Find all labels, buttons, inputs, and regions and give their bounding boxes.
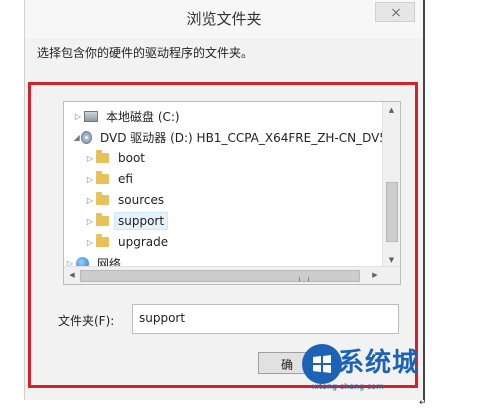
tree-item-label: DVD 驱动器 (D:) HB1_CCPA_X64FRE_ZH-CN_DV5: [99, 130, 387, 145]
watermark-logo: 系统城 xitong cheng com: [302, 340, 452, 400]
cursor-icon: ↵: [419, 398, 427, 408]
folder-tree[interactable]: ▷ 本地磁盘 (C:) ◢ DVD 驱动器 (D:) HB1_CCPA_X64F…: [63, 101, 401, 285]
folder-input[interactable]: support: [132, 304, 399, 334]
tree-item-local-disk[interactable]: ▷ 本地磁盘 (C:): [64, 106, 390, 126]
horizontal-scrollbar[interactable]: ◀ ▶: [64, 266, 400, 284]
tree-item-label: support: [113, 212, 169, 230]
expand-arrow-icon[interactable]: ▷: [84, 238, 96, 247]
drive-icon: [84, 110, 98, 122]
scroll-right-icon[interactable]: ▶: [367, 267, 383, 284]
tree-item-upgrade[interactable]: ▷ upgrade: [64, 232, 400, 252]
expand-arrow-icon[interactable]: ▷: [84, 175, 96, 184]
folder-icon: [96, 150, 109, 163]
tree-item-label: 本地磁盘 (C:): [106, 109, 180, 124]
tree-item-label: sources: [118, 193, 165, 207]
folder-icon: [96, 192, 109, 205]
expand-arrow-icon[interactable]: ▷: [84, 154, 96, 163]
tree-item-label: efi: [118, 172, 133, 186]
grip-icon: [299, 277, 309, 282]
folder-icon: [96, 171, 109, 184]
tree-item-label: boot: [118, 151, 146, 165]
scroll-up-icon[interactable]: ▲: [383, 102, 400, 118]
watermark-subtext: xitong cheng com: [312, 382, 384, 391]
tree-item-support[interactable]: ▷ support: [64, 211, 400, 231]
expand-arrow-icon[interactable]: ▷: [72, 112, 84, 121]
close-button[interactable]: [375, 2, 415, 22]
folder-icon: [96, 213, 109, 226]
dvd-icon: [81, 130, 92, 144]
tree-item-dvd-drive[interactable]: ◢ DVD 驱动器 (D:) HB1_CCPA_X64FRE_ZH-CN_DV5: [64, 127, 390, 147]
folder-icon: [96, 234, 109, 247]
title-bar: 浏览文件夹: [25, 0, 423, 38]
dialog-title: 浏览文件夹: [186, 10, 262, 28]
dialog-prompt: 选择包含你的硬件的驱动程序的文件夹。: [37, 46, 254, 60]
tree-item-sources[interactable]: ▷ sources: [64, 190, 400, 210]
windows-logo-icon: [302, 344, 342, 384]
collapse-arrow-icon[interactable]: ◢: [72, 133, 81, 142]
tree-item-boot[interactable]: ▷ boot: [64, 148, 400, 168]
expand-arrow-icon[interactable]: ▷: [84, 217, 96, 226]
horizontal-scroll-thumb[interactable]: [80, 270, 360, 282]
scroll-left-icon[interactable]: ◀: [64, 267, 80, 284]
watermark-text: 系统城: [338, 348, 420, 378]
tree-item-efi[interactable]: ▷ efi: [64, 169, 400, 189]
expand-arrow-icon[interactable]: ▷: [84, 196, 96, 205]
vertical-scroll-thumb[interactable]: [386, 182, 398, 242]
tree-item-label: upgrade: [118, 235, 169, 249]
vertical-scrollbar[interactable]: ▲ ▼: [382, 102, 400, 268]
folder-field-label: 文件夹(F):: [58, 314, 115, 328]
